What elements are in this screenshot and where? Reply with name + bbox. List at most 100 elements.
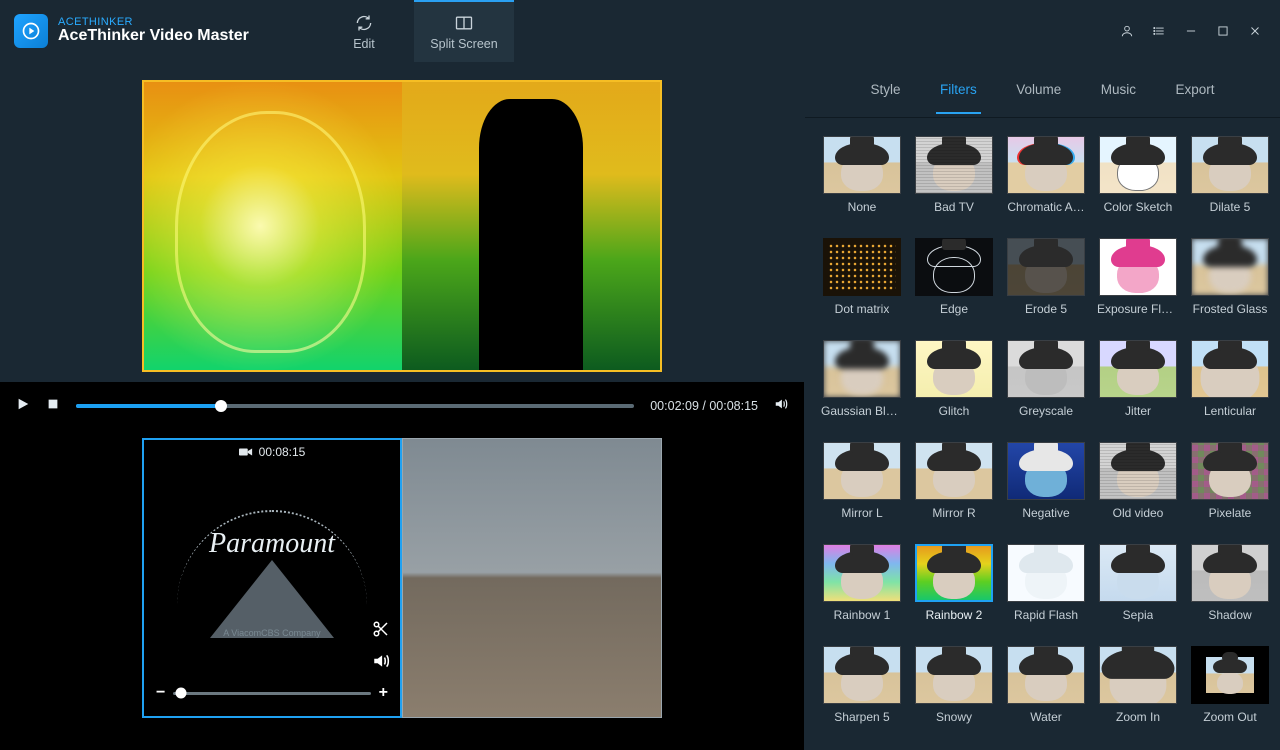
scissors-icon[interactable]	[372, 620, 390, 638]
filter-rainbow-2[interactable]: Rainbow 2	[915, 544, 993, 622]
video-preview[interactable]	[142, 80, 662, 372]
filter-label: Pixelate	[1209, 506, 1252, 520]
filter-thumb	[823, 136, 901, 194]
minimize-icon[interactable]	[1184, 24, 1198, 38]
clip-0[interactable]: 00:08:15ParamountA ViacomCBS Company−+	[142, 438, 402, 718]
filter-negative[interactable]: Negative	[1007, 442, 1085, 520]
filter-none[interactable]: None	[823, 136, 901, 214]
filter-thumb	[915, 136, 993, 194]
filter-label: Zoom In	[1116, 710, 1160, 724]
close-icon[interactable]	[1248, 24, 1262, 38]
filter-dilate-5[interactable]: Dilate 5	[1191, 136, 1269, 214]
tab-edit-label: Edit	[353, 37, 375, 51]
filter-label: Glitch	[939, 404, 970, 418]
filter-thumb	[1191, 544, 1269, 602]
filter-frosted-glass[interactable]: Frosted Glass	[1191, 238, 1269, 316]
editor-pane: 00:02:09 / 00:08:15 00:08:15 ParamountA V…	[0, 62, 804, 750]
stop-button[interactable]	[46, 397, 60, 416]
filter-grid: NoneBad TV Chromatic A… Color Sketch Dilate…	[823, 136, 1268, 724]
tab-split-screen[interactable]: Split Screen	[414, 0, 514, 62]
clip-seek-track[interactable]	[173, 692, 370, 695]
filter-label: Frosted Glass	[1193, 302, 1268, 316]
maximize-icon[interactable]	[1216, 24, 1230, 38]
zoom-out-button[interactable]: −	[156, 684, 165, 702]
filter-thumb	[1099, 238, 1177, 296]
side-tab-filters[interactable]: Filters	[936, 65, 981, 114]
filter-label: Rainbow 1	[834, 608, 891, 622]
side-tab-style[interactable]: Style	[866, 65, 904, 114]
filter-bad-tv[interactable]: Bad TV	[915, 136, 993, 214]
filter-thumb	[1191, 238, 1269, 296]
filter-label: Water	[1030, 710, 1062, 724]
tab-edit[interactable]: Edit	[314, 0, 414, 62]
play-button[interactable]	[16, 397, 30, 416]
progress-knob[interactable]	[215, 400, 227, 412]
filter-edge[interactable]: Edge	[915, 238, 993, 316]
filter-thumb	[915, 442, 993, 500]
filter-sepia[interactable]: Sepia	[1099, 544, 1177, 622]
side-tab-export[interactable]: Export	[1171, 65, 1218, 114]
progress-track[interactable]	[76, 404, 634, 408]
filter-glitch[interactable]: Glitch	[915, 340, 993, 418]
filter-pixelate[interactable]: Pixelate	[1191, 442, 1269, 520]
filter-rainbow-1[interactable]: Rainbow 1	[823, 544, 901, 622]
filter-jitter[interactable]: Jitter	[1099, 340, 1177, 418]
filter-label: Exposure Fla…	[1097, 302, 1179, 316]
clip-thumb: ParamountA ViacomCBS Company	[144, 440, 400, 716]
filter-thumb	[1007, 544, 1085, 602]
time-current: 00:02:09	[650, 399, 699, 413]
filter-chromatic-a-[interactable]: Chromatic A…	[1007, 136, 1085, 214]
filter-sharpen-5[interactable]: Sharpen 5	[823, 646, 901, 724]
playback-bar: 00:02:09 / 00:08:15	[0, 382, 804, 430]
filter-snowy[interactable]: Snowy	[915, 646, 993, 724]
filter-label: Color Sketch	[1104, 200, 1173, 214]
filter-label: Chromatic A…	[1007, 200, 1084, 214]
clip-thumb	[403, 439, 661, 717]
filter-label: Zoom Out	[1203, 710, 1256, 724]
filter-exposure-fla-[interactable]: Exposure Fla…	[1099, 238, 1177, 316]
clip-1[interactable]: 00:04:26	[402, 438, 662, 718]
filter-thumb	[1007, 136, 1085, 194]
progress-fill	[76, 404, 221, 408]
mode-tabs: Edit Split Screen	[314, 0, 514, 62]
filter-mirror-l[interactable]: Mirror L	[823, 442, 901, 520]
volume-button[interactable]	[774, 397, 788, 416]
filter-greyscale[interactable]: Greyscale	[1007, 340, 1085, 418]
clip-volume-icon[interactable]	[372, 652, 390, 670]
filter-thumb	[1191, 646, 1269, 704]
filter-label: Shadow	[1208, 608, 1251, 622]
filter-mirror-r[interactable]: Mirror R	[915, 442, 993, 520]
window-controls	[1120, 24, 1280, 38]
filter-water[interactable]: Water	[1007, 646, 1085, 724]
filter-thumb	[915, 238, 993, 296]
filter-zoom-in[interactable]: Zoom In	[1099, 646, 1177, 724]
zoom-in-button[interactable]: +	[379, 684, 388, 702]
filter-label: Rapid Flash	[1014, 608, 1078, 622]
filter-dot-matrix[interactable]: Dot matrix	[823, 238, 901, 316]
filter-thumb	[915, 544, 993, 602]
filter-label: Sharpen 5	[834, 710, 889, 724]
filter-old-video[interactable]: Old video	[1099, 442, 1177, 520]
filter-color-sketch[interactable]: Color Sketch	[1099, 136, 1177, 214]
filter-scroll[interactable]: NoneBad TV Chromatic A… Color Sketch Dilate…	[805, 118, 1280, 750]
filter-gaussian-blu-[interactable]: Gaussian Blu…	[823, 340, 901, 418]
filter-thumb	[915, 646, 993, 704]
filter-zoom-out[interactable]: Zoom Out	[1191, 646, 1269, 724]
menu-list-icon[interactable]	[1152, 24, 1166, 38]
filter-thumb	[1099, 442, 1177, 500]
filter-thumb	[1099, 136, 1177, 194]
filter-shadow[interactable]: Shadow	[1191, 544, 1269, 622]
time-total: 00:08:15	[709, 399, 758, 413]
filter-lenticular[interactable]: Lenticular	[1191, 340, 1269, 418]
filter-rapid-flash[interactable]: Rapid Flash	[1007, 544, 1085, 622]
app-logo-block: ACETHINKER AceThinker Video Master	[14, 14, 314, 48]
preview-left-half	[144, 82, 402, 370]
filter-erode-5[interactable]: Erode 5	[1007, 238, 1085, 316]
clip-seek-knob[interactable]	[176, 688, 187, 699]
side-tab-music[interactable]: Music	[1097, 65, 1140, 114]
filter-label: Rainbow 2	[926, 608, 983, 622]
side-tab-volume[interactable]: Volume	[1012, 65, 1065, 114]
filter-label: Edge	[940, 302, 968, 316]
user-icon[interactable]	[1120, 24, 1134, 38]
filter-thumb	[823, 544, 901, 602]
